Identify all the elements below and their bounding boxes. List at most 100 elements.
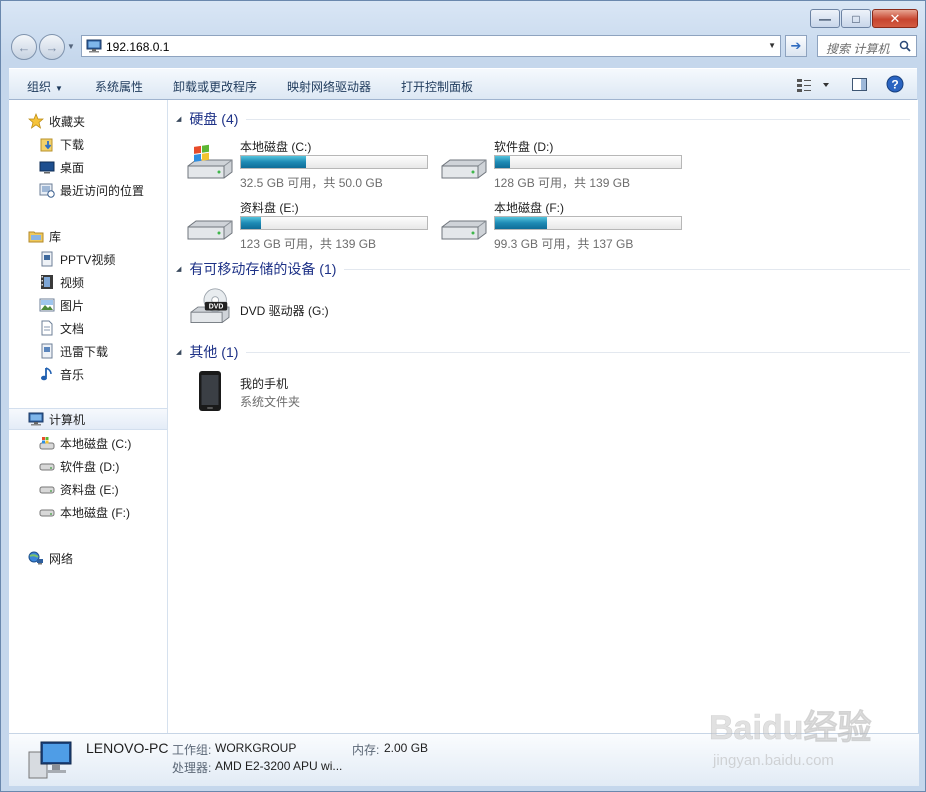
sidebar-item-computer[interactable]: 计算机 xyxy=(9,408,167,430)
drive-name: 软件盘 (D:) xyxy=(494,140,554,154)
collapse-triangle-icon[interactable]: ◢ xyxy=(176,115,181,123)
hard-drive-icon xyxy=(441,159,487,179)
sidebar-item-recent-places[interactable]: 最近访问的位置 xyxy=(9,179,167,201)
sidebar-item-thunder-downloads[interactable]: 迅雷下载 xyxy=(9,340,167,362)
group-divider xyxy=(344,268,910,270)
sidebar-item-label: 视频 xyxy=(60,275,85,290)
sidebar-item-label: 图片 xyxy=(60,298,85,313)
close-button[interactable]: ✕ xyxy=(872,9,918,28)
sidebar-item-drive-d[interactable]: 软件盘 (D:) xyxy=(9,455,167,477)
downloads-folder-icon xyxy=(40,138,53,152)
system-drive-icon xyxy=(39,437,55,450)
sidebar-item-drive-f[interactable]: 本地磁盘 (F:) xyxy=(9,501,167,523)
computer-details-icon xyxy=(28,741,72,779)
phone-icon xyxy=(199,371,221,411)
computer-icon xyxy=(86,39,102,53)
back-button[interactable]: ← xyxy=(11,34,37,60)
open-control-panel-button[interactable]: 打开控制面板 xyxy=(401,78,473,95)
processor-value: AMD E2-3200 APU wi... xyxy=(215,759,343,773)
sidebar-item-label: 本地磁盘 (F:) xyxy=(60,505,130,520)
sidebar-item-label: 网络 xyxy=(49,551,74,566)
sidebar-item-network[interactable]: 网络 xyxy=(9,547,167,569)
drive-usage-fill xyxy=(241,156,307,168)
sidebar-item-label: 音乐 xyxy=(60,367,85,382)
map-network-drive-button[interactable]: 映射网络驱动器 xyxy=(287,78,371,95)
hard-drive-icon xyxy=(39,463,55,471)
collapse-triangle-icon[interactable]: ◢ xyxy=(176,265,181,273)
sidebar-item-label: 下载 xyxy=(60,137,85,152)
search-box[interactable]: 搜索 计算机 xyxy=(817,35,917,57)
navigation-bar: ← → ▼ 192.168.0.1 ▼ ➔ 搜索 计算机 xyxy=(9,33,917,61)
star-icon xyxy=(28,113,44,129)
sidebar-item-music[interactable]: 音乐 xyxy=(9,363,167,385)
drive-usage-fill xyxy=(495,156,510,168)
sidebar-item-drive-c[interactable]: 本地磁盘 (C:) xyxy=(9,432,167,454)
sidebar-item-label: 收藏夹 xyxy=(49,114,86,129)
sidebar-item-label: 桌面 xyxy=(60,160,85,175)
memory-label: 内存: xyxy=(352,743,380,757)
help-icon[interactable]: ? xyxy=(886,75,904,93)
dvd-drive-icon: DVD xyxy=(190,288,230,323)
drive-name: 资料盘 (E:) xyxy=(240,201,299,215)
address-dropdown-icon[interactable]: ▼ xyxy=(768,41,776,50)
collapse-triangle-icon[interactable]: ◢ xyxy=(176,348,181,356)
sidebar-item-pictures[interactable]: 图片 xyxy=(9,294,167,316)
sidebar-item-desktop[interactable]: 桌面 xyxy=(9,156,167,178)
command-bar: 组织 ▼ 系统属性 卸载或更改程序 映射网络驱动器 打开控制面板 ? xyxy=(9,68,917,100)
hard-drive-icon xyxy=(39,486,55,494)
memory-value: 2.00 GB xyxy=(384,741,429,755)
search-input[interactable]: 搜索 计算机 xyxy=(826,40,889,57)
sidebar-item-label: 软件盘 (D:) xyxy=(60,459,120,474)
change-view-icon[interactable] xyxy=(796,77,832,93)
sidebar-item-downloads[interactable]: 下载 xyxy=(9,133,167,155)
network-icon xyxy=(28,551,43,565)
dvd-drive-item[interactable]: DVD DVD 驱动器 (G:) xyxy=(186,288,436,336)
maximize-button[interactable]: □ xyxy=(841,9,871,28)
sidebar-item-label: 资料盘 (E:) xyxy=(60,482,119,497)
watermark-url: jingyan.baidu.com xyxy=(712,752,834,769)
search-icon[interactable] xyxy=(899,40,911,52)
drive-usage-fill xyxy=(241,217,262,229)
music-note-icon xyxy=(41,367,52,381)
recent-pages-dropdown[interactable]: ▼ xyxy=(67,42,77,52)
computer-name: LENOVO-PC xyxy=(86,740,169,756)
group-header-removable[interactable]: ◢ 有可移动存储的设备 (1) xyxy=(176,260,910,278)
sidebar-item-label: 迅雷下载 xyxy=(60,344,109,359)
drive-item-c[interactable]: 本地磁盘 (C:) 32.5 GB 可用，共 50.0 GB xyxy=(186,138,436,193)
organize-button[interactable]: 组织 ▼ xyxy=(27,78,63,95)
drive-item-e[interactable]: 资料盘 (E:) 123 GB 可用，共 139 GB xyxy=(186,199,436,254)
group-header-other[interactable]: ◢ 其他 (1) xyxy=(176,343,910,361)
film-icon xyxy=(41,275,53,289)
sidebar-item-favorites[interactable]: 收藏夹 xyxy=(9,110,167,132)
hard-drive-icon xyxy=(39,509,55,517)
sidebar-item-documents[interactable]: 文档 xyxy=(9,317,167,339)
video-library-icon xyxy=(41,251,53,267)
group-header-hard-drives[interactable]: ◢ 硬盘 (4) xyxy=(176,110,910,128)
uninstall-program-button[interactable]: 卸载或更改程序 xyxy=(173,78,257,95)
sidebar-item-videos[interactable]: 视频 xyxy=(9,271,167,293)
preview-pane-icon[interactable] xyxy=(851,76,868,93)
computer-icon xyxy=(28,412,44,426)
system-properties-button[interactable]: 系统属性 xyxy=(95,78,143,95)
download-library-icon xyxy=(41,343,53,359)
processor-label: 处理器: xyxy=(172,761,212,775)
sidebar-item-libraries[interactable]: 库 xyxy=(9,225,167,247)
address-bar[interactable]: 192.168.0.1 ▼ xyxy=(81,35,781,57)
minimize-button[interactable]: — xyxy=(810,9,840,28)
phone-item[interactable]: 我的手机 系统文件夹 xyxy=(186,370,436,414)
drive-item-d[interactable]: 软件盘 (D:) 128 GB 可用，共 139 GB xyxy=(440,138,690,193)
sidebar-item-pptv-video[interactable]: PPTV视频 xyxy=(9,248,167,270)
drive-item-f[interactable]: 本地磁盘 (F:) 99.3 GB 可用，共 137 GB xyxy=(440,199,690,254)
navigation-pane: 收藏夹 下载 桌面 最近访问的位置 库 PPTV视频 视频 图片 文档 迅雷下载… xyxy=(9,100,168,733)
sidebar-item-label: 文档 xyxy=(60,321,85,336)
workgroup-label: 工作组: xyxy=(172,743,212,757)
group-title: 硬盘 (4) xyxy=(189,111,239,127)
drive-usage-bar xyxy=(494,216,682,230)
sidebar-item-label: 最近访问的位置 xyxy=(60,183,145,198)
go-button[interactable]: ➔ xyxy=(785,35,807,57)
sidebar-item-drive-e[interactable]: 资料盘 (E:) xyxy=(9,478,167,500)
svg-text:?: ? xyxy=(891,78,898,92)
forward-button[interactable]: → xyxy=(39,34,65,60)
forward-arrow-icon: → xyxy=(45,39,59,55)
system-drive-icon xyxy=(187,144,233,179)
